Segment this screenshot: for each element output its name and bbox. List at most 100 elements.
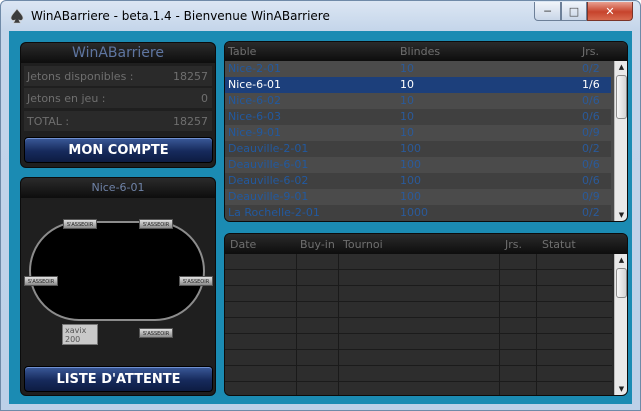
- table-preview-title: Nice-6-01: [21, 178, 215, 198]
- seat-1-button[interactable]: S'ASSEOIR: [63, 219, 97, 229]
- table-cell-blinds: 100: [400, 142, 421, 155]
- column-header-status[interactable]: Statut: [542, 238, 576, 251]
- chips-in-play-label: Jetons en jeu :: [27, 92, 106, 105]
- window-title: WinABarriere - beta.1.4 - Bienvenue WinA…: [31, 9, 330, 23]
- table-cell-blinds: 10: [400, 94, 414, 107]
- column-header-buyin[interactable]: Buy-in: [300, 238, 335, 251]
- maximize-button[interactable]: □: [561, 2, 587, 21]
- table-cell-players: 0/2: [582, 206, 600, 219]
- spade-app-icon: [10, 8, 24, 24]
- table-cell-blinds: 100: [400, 190, 421, 203]
- grid-divider: [499, 254, 500, 395]
- scroll-up-icon[interactable]: ▲: [615, 254, 627, 266]
- seated-player[interactable]: xavix 200: [62, 324, 98, 345]
- table-cell-table: Nice-2-01: [228, 62, 282, 75]
- table-cell-table: Deauville-2-01: [228, 142, 309, 155]
- table-row[interactable]: Deauville-6-01 100 0/6: [225, 157, 611, 173]
- close-icon: ✕: [605, 4, 615, 18]
- tournaments-scrollbar[interactable]: ▲ ▼: [614, 254, 627, 395]
- seat-2-button[interactable]: S'ASSEOIR: [139, 219, 173, 229]
- table-row[interactable]: Nice-6-02 10 0/6: [225, 93, 611, 109]
- account-panel: WinABarriere Jetons disponibles : 18257 …: [20, 42, 216, 168]
- app-window: WinABarriere - beta.1.4 - Bienvenue WinA…: [0, 0, 641, 411]
- minimize-icon: ─: [544, 4, 551, 18]
- table-cell-players: 0/6: [582, 174, 600, 187]
- column-header-players[interactable]: Jrs.: [505, 238, 522, 251]
- available-chips-label: Jetons disponibles :: [27, 70, 134, 83]
- table-cell-players: 0/2: [582, 142, 600, 155]
- table-row[interactable]: Deauville-6-02 100 0/6: [225, 173, 611, 189]
- available-chips-row: Jetons disponibles : 18257: [24, 66, 212, 86]
- player-stack: 200: [65, 335, 81, 344]
- scroll-thumb[interactable]: [616, 268, 627, 298]
- table-cell-blinds: 100: [400, 158, 421, 171]
- maximize-icon: □: [568, 4, 580, 18]
- table-cell-table: Nice-6-03: [228, 110, 282, 123]
- table-row[interactable]: Deauville-9-01 100 0/9: [225, 189, 611, 205]
- chips-in-play-value: 0: [201, 92, 208, 105]
- column-header-players[interactable]: Jrs.: [582, 45, 599, 58]
- tournaments-header: Date Buy-in Tournoi Jrs. Statut: [225, 234, 627, 254]
- table-cell-table: Deauville-9-01: [228, 190, 309, 203]
- tables-scrollbar[interactable]: ▲ ▼: [614, 61, 627, 221]
- table-cell-blinds: 10: [400, 110, 414, 123]
- tournaments-grid: Date Buy-in Tournoi Jrs. Statut ▲ ▼: [224, 233, 628, 396]
- table-cell-table: Deauville-6-02: [228, 174, 309, 187]
- table-cell-players: 1/6: [582, 78, 600, 91]
- minimize-button[interactable]: ─: [534, 2, 561, 21]
- grid-divider: [536, 254, 537, 395]
- seat-5-button[interactable]: S'ASSEOIR: [139, 328, 173, 338]
- total-value: 18257: [173, 115, 208, 128]
- table-cell-table: Nice-6-02: [228, 94, 282, 107]
- close-button[interactable]: ✕: [587, 2, 633, 21]
- table-cell-blinds: 10: [400, 62, 414, 75]
- table-row[interactable]: Nice-6-03 10 0/6: [225, 109, 611, 125]
- tables-list: Table Blindes Jrs. Nice-2-01 10 0/2 Nice-6-…: [224, 41, 628, 222]
- table-cell-table: Nice-9-01: [228, 126, 282, 139]
- tables-list-header: Table Blindes Jrs.: [225, 42, 627, 61]
- scroll-down-icon[interactable]: ▼: [615, 209, 627, 221]
- table-cell-table: Deauville-6-01: [228, 158, 309, 171]
- title-bar[interactable]: WinABarriere - beta.1.4 - Bienvenue WinA…: [1, 1, 640, 31]
- account-panel-title: WinABarriere: [21, 43, 215, 63]
- poker-table-oval: [29, 221, 205, 321]
- table-cell-blinds: 10: [400, 126, 414, 139]
- table-cell-blinds: 10: [400, 78, 414, 91]
- table-preview-panel: Nice-6-01 S'ASSEOIR S'ASSEOIR S'ASSEOIR …: [20, 177, 216, 396]
- column-header-date[interactable]: Date: [230, 238, 256, 251]
- table-row[interactable]: Nice-9-01 10 0/9: [225, 125, 611, 141]
- scroll-up-icon[interactable]: ▲: [615, 61, 627, 73]
- table-cell-table: La Rochelle-2-01: [228, 206, 320, 219]
- total-row: TOTAL : 18257: [24, 111, 212, 131]
- table-cell-blinds: 1000: [400, 206, 428, 219]
- table-cell-players: 0/9: [582, 126, 600, 139]
- table-row[interactable]: Nice-2-01 10 0/2: [225, 61, 611, 77]
- chips-in-play-row: Jetons en jeu : 0: [24, 88, 212, 108]
- table-row[interactable]: Deauville-2-01 100 0/2: [225, 141, 611, 157]
- client-area: WinABarriere Jetons disponibles : 18257 …: [9, 31, 632, 404]
- table-cell-players: 0/9: [582, 190, 600, 203]
- table-cell-players: 0/6: [582, 110, 600, 123]
- table-row[interactable]: La Rochelle-2-01 1000 0/2: [225, 205, 611, 221]
- scroll-down-icon[interactable]: ▼: [615, 383, 627, 395]
- table-cell-blinds: 100: [400, 174, 421, 187]
- table-cell-table: Nice-6-01: [228, 78, 282, 91]
- waiting-list-button[interactable]: LISTE D'ATTENTE: [24, 366, 213, 392]
- table-cell-players: 0/6: [582, 94, 600, 107]
- grid-divider: [338, 254, 339, 395]
- grid-divider: [296, 254, 297, 395]
- column-header-blinds[interactable]: Blindes: [400, 45, 440, 58]
- table-cell-players: 0/2: [582, 62, 600, 75]
- seat-4-button[interactable]: S'ASSEOIR: [179, 276, 213, 286]
- available-chips-value: 18257: [173, 70, 208, 83]
- table-row[interactable]: Nice-6-01 10 1/6: [225, 77, 611, 93]
- total-label: TOTAL :: [27, 115, 70, 128]
- scroll-thumb[interactable]: [616, 75, 627, 119]
- table-cell-players: 0/6: [582, 158, 600, 171]
- column-header-table[interactable]: Table: [228, 45, 256, 58]
- my-account-button[interactable]: MON COMPTE: [24, 137, 213, 163]
- player-name: xavix: [65, 326, 87, 335]
- tournaments-grid-body[interactable]: [225, 254, 612, 395]
- seat-3-button[interactable]: S'ASSEOIR: [24, 276, 58, 286]
- column-header-tournament[interactable]: Tournoi: [343, 238, 383, 251]
